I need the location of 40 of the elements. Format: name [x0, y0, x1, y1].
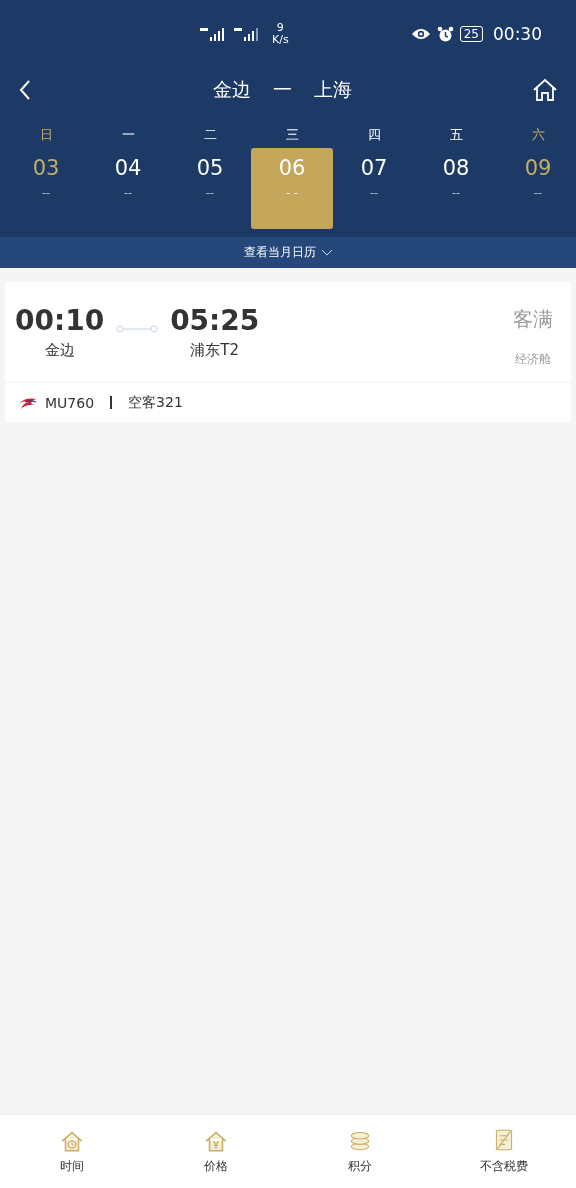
destination-city: 上海	[313, 77, 352, 102]
date-cell[interactable]: 03 --	[5, 148, 87, 229]
weekday-label: 五	[449, 126, 463, 144]
weekday-label: 一	[121, 126, 135, 144]
home-icon[interactable]	[532, 77, 558, 103]
departure-time: 00:10	[15, 304, 105, 337]
alarm-icon	[436, 25, 454, 43]
sort-tab[interactable]: 不含税费	[432, 1115, 576, 1188]
route-line-icon	[116, 324, 159, 334]
cabin-class: 经济舱	[515, 351, 551, 368]
weekday-label: 日	[39, 126, 53, 144]
weekday-label: 三	[285, 126, 299, 144]
chevron-down-icon	[320, 248, 333, 257]
availability-status: 客满	[513, 306, 553, 333]
speed-unit: K/s	[272, 34, 289, 46]
route-separator: 一	[272, 77, 292, 102]
date-cell[interactable]: 07 --	[333, 148, 415, 229]
clock-time: 00:30	[493, 24, 542, 44]
sort-tab[interactable]: 时间	[0, 1115, 144, 1188]
date-cell[interactable]: 05 --	[169, 148, 251, 229]
battery-level: 25	[459, 26, 483, 42]
departure-airport: 金边	[44, 341, 75, 360]
back-icon[interactable]	[18, 79, 32, 101]
weekday-label: 四	[367, 126, 381, 144]
eye-icon	[410, 27, 431, 41]
flight-card[interactable]: 00:10 金边 05:25 浦东T2 客满 经济舱 MU760 空客321	[5, 282, 571, 422]
weekday-label: 六	[531, 126, 545, 144]
sort-tab[interactable]: 价格	[144, 1115, 288, 1188]
weekday-label: 二	[203, 126, 217, 144]
arrival-airport: 浦东T2	[190, 341, 240, 360]
date-cell[interactable]: 04 --	[87, 148, 169, 229]
network-speed: 9	[276, 22, 284, 34]
origin-city: 金边	[212, 77, 251, 102]
date-cell[interactable]: 08 --	[415, 148, 497, 229]
flight-number: MU760	[45, 394, 95, 411]
sort-tab[interactable]: 积分	[288, 1115, 432, 1188]
month-calendar-toggle[interactable]: 查看当月日历	[0, 237, 576, 268]
arrival-time: 05:25	[170, 304, 260, 337]
date-cell[interactable]: 09 --	[497, 148, 576, 229]
aircraft-type: 空客321	[128, 393, 183, 412]
